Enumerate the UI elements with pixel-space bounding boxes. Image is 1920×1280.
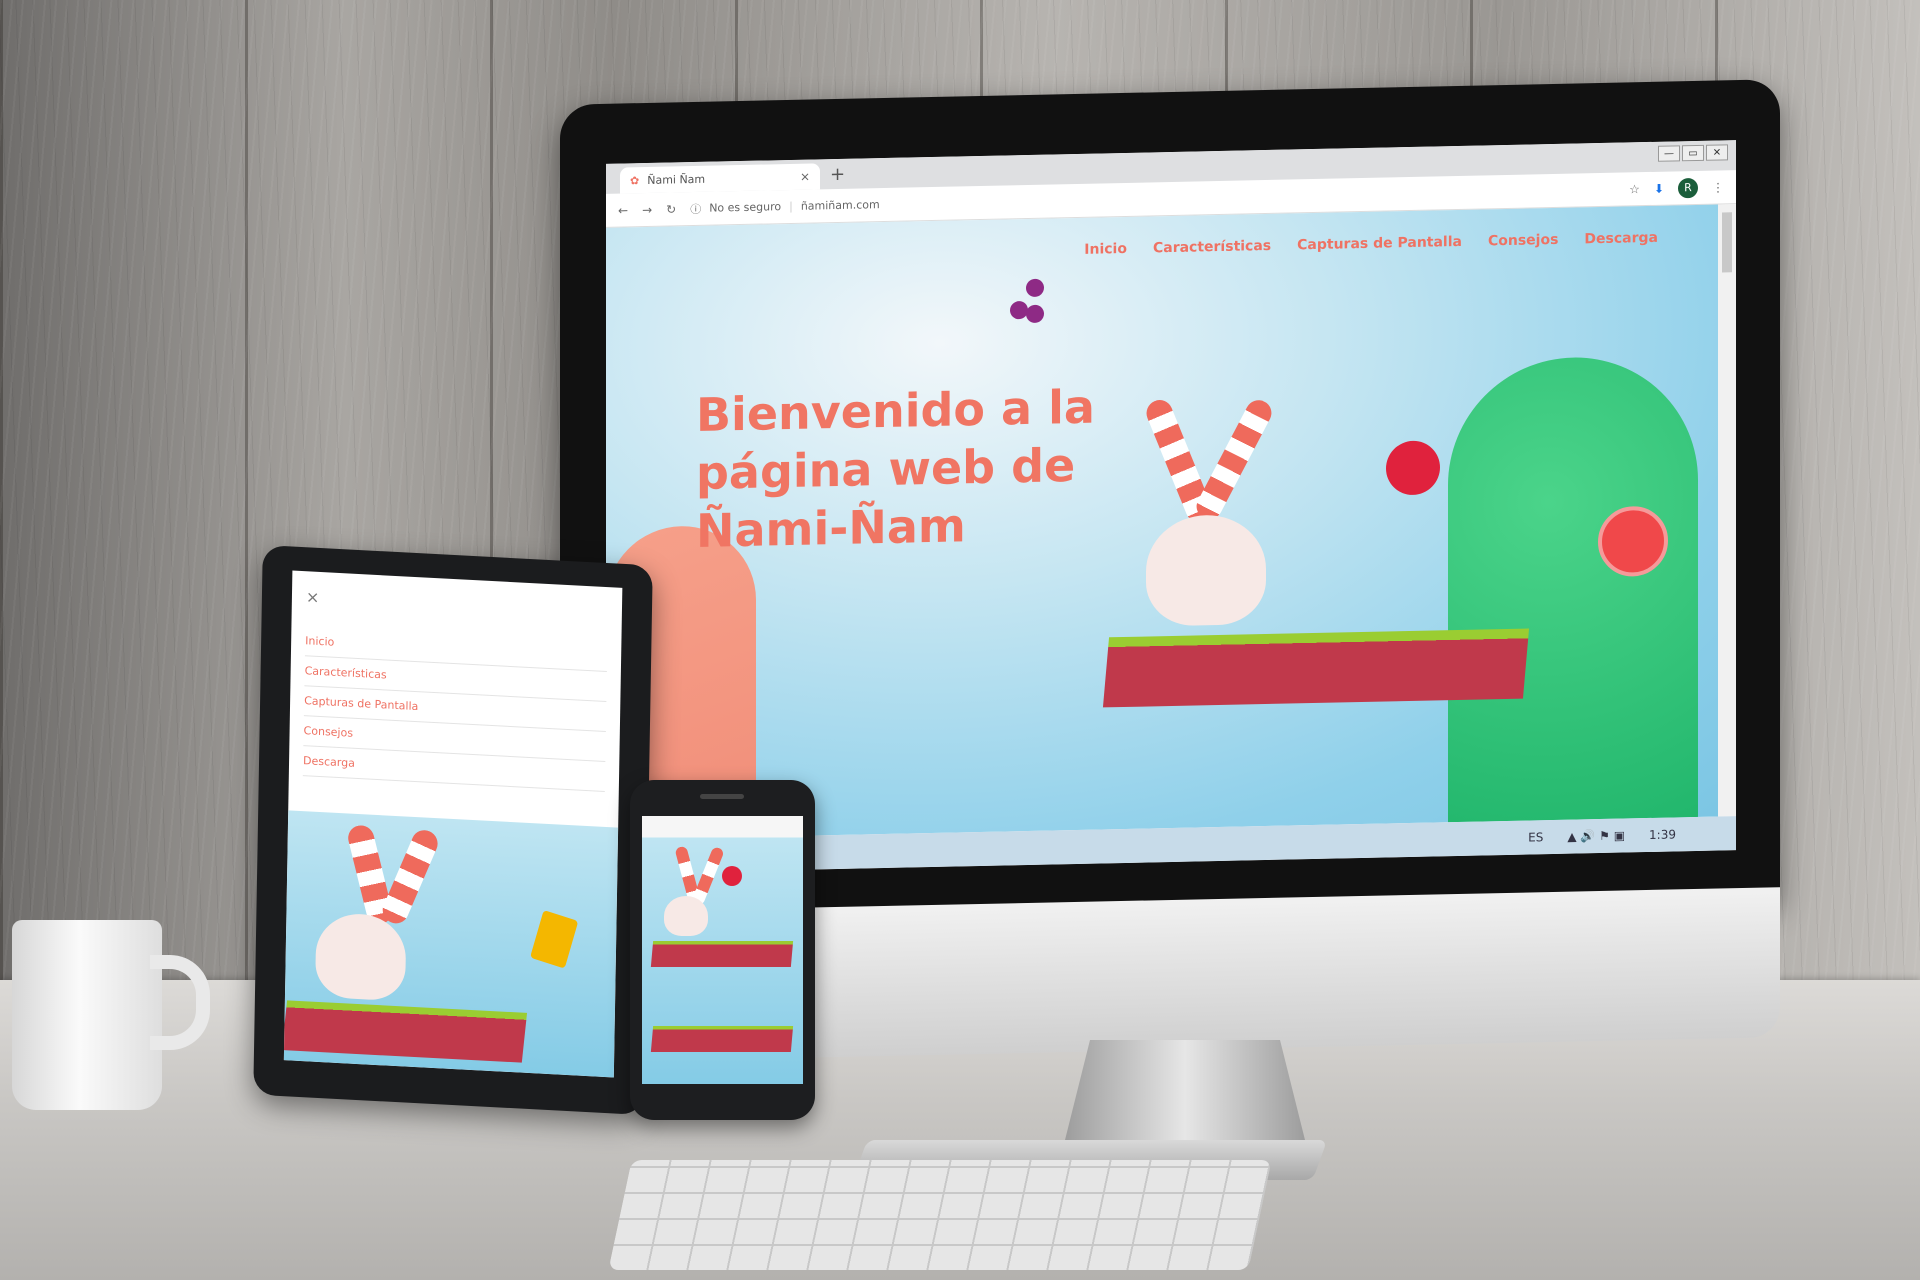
tablet-device: × Inicio Características Capturas de Pan… [253,544,653,1116]
minimize-button[interactable]: — [1658,145,1680,162]
nav-descarga[interactable]: Descarga [1584,230,1658,248]
grass-platform-illustration [650,1026,794,1052]
url-text: ñamiñam.com [800,198,880,213]
bunny-ear [378,825,442,928]
tablet-hero-illustration [283,810,619,1078]
keyboard [608,1160,1272,1270]
website-hero: Inicio Características Capturas de Panta… [606,204,1718,840]
favicon-icon: ✿ [630,173,640,187]
menu-dots-icon[interactable]: ⋮ [1712,180,1724,194]
monitor-screen: ✿ Ñami Ñam × + — ▭ ✕ ← → ↻ ⓘ No es segur… [606,140,1736,874]
security-label: No es seguro [709,200,782,215]
grass-platform-illustration [1102,628,1530,708]
back-arrow-icon[interactable]: ← [618,203,628,217]
bunny-character [1146,514,1266,627]
bunny-ear [1192,395,1276,524]
bunny-character [664,896,708,936]
cheese-illustration [529,909,579,969]
forward-arrow-icon[interactable]: → [642,202,652,216]
phone-speaker [700,794,744,799]
extension-icon[interactable]: ⬇ [1654,181,1664,195]
apple-illustration [722,866,742,886]
nav-capturas[interactable]: Capturas de Pantalla [1297,234,1462,253]
browser-tab[interactable]: ✿ Ñami Ñam × [620,163,820,194]
apple-illustration [1386,440,1440,496]
clock[interactable]: 1:39 [1649,827,1676,842]
profile-avatar[interactable]: R [1678,177,1698,198]
phone-device [630,780,815,1120]
mobile-menu: × Inicio Características Capturas de Pan… [289,571,623,793]
phone-screen [642,816,803,1084]
coffee-mug [12,920,162,1110]
close-window-button[interactable]: ✕ [1706,144,1728,161]
language-indicator[interactable]: ES [1528,830,1543,844]
close-icon[interactable]: × [306,587,608,622]
info-icon[interactable]: ⓘ [690,200,701,216]
maximize-button[interactable]: ▭ [1682,144,1704,162]
tab-title: Ñami Ñam [647,172,706,187]
hero-title: Bienvenido a la página web de Ñami-Ñam [696,379,1095,558]
address-separator: | [789,199,793,213]
grass-platform-illustration [283,1000,528,1063]
nav-caracteristicas[interactable]: Características [1153,238,1271,256]
site-nav: Inicio Características Capturas de Panta… [1084,230,1658,258]
new-tab-button[interactable]: + [820,164,855,190]
grape-illustration [1026,278,1044,298]
scrollbar-thumb[interactable] [1722,212,1732,273]
nav-inicio[interactable]: Inicio [1084,241,1127,258]
tablet-screen: × Inicio Características Capturas de Pan… [283,570,623,1078]
star-icon[interactable]: ☆ [1629,182,1640,196]
bunny-ear [691,845,725,907]
bunny-character [314,911,407,1002]
tab-close-icon[interactable]: × [800,170,810,184]
reload-icon[interactable]: ↻ [666,202,676,216]
tray-icons[interactable]: ▲ 🔊 ⚑ ▣ [1567,828,1625,843]
grape-illustration [1026,304,1044,324]
green-tree-illustration [1448,354,1698,840]
nav-consejos[interactable]: Consejos [1488,232,1558,249]
page-scrollbar[interactable] [1718,204,1736,817]
window-controls: — ▭ ✕ [1658,144,1728,162]
grass-platform-illustration [650,941,794,967]
grape-illustration [1010,300,1028,320]
